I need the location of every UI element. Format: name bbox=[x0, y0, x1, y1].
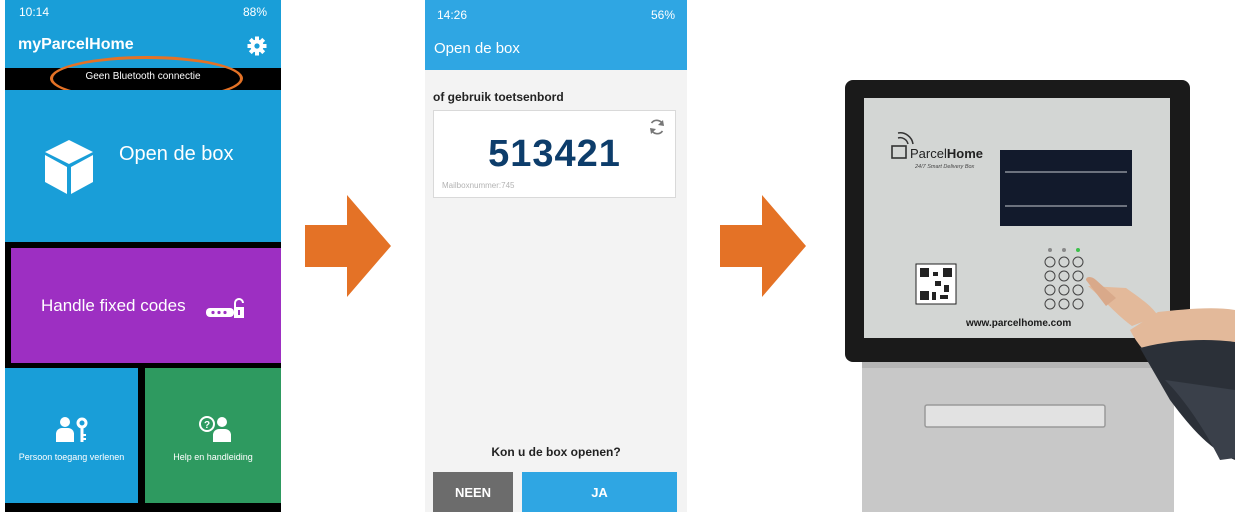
help-label: Help en handleiding bbox=[173, 452, 253, 462]
phone-screenshot-home: 10:14 88% myParcelHome Geen Bluetooth co… bbox=[5, 0, 281, 512]
code-lock-icon bbox=[206, 298, 244, 318]
brand-tagline: 24/7 Smart Delivery Box bbox=[914, 164, 975, 170]
open-box-tile[interactable]: Open de box bbox=[5, 90, 281, 242]
code-card: 513421 Mailboxnummer:745 bbox=[433, 110, 676, 198]
keyboard-hint: of gebruik toetsenbord bbox=[433, 90, 564, 104]
brand-suffix: Home bbox=[947, 146, 983, 161]
person-key-icon bbox=[56, 417, 88, 442]
arrow-right-icon bbox=[720, 195, 806, 297]
status-battery: 56% bbox=[650, 8, 675, 22]
app-title: myParcelHome bbox=[18, 36, 134, 53]
status-bar: 10:14 88% bbox=[5, 0, 281, 24]
screen-title: Open de box bbox=[434, 40, 520, 57]
brand-prefix: Parcel bbox=[910, 146, 947, 161]
status-bar: 14:26 56% bbox=[425, 0, 687, 30]
gear-icon[interactable] bbox=[247, 36, 267, 56]
parcel-box-photo: ParcelHome 24/7 Smart Delivery Box www.p… bbox=[845, 80, 1235, 512]
grant-access-label: Persoon toegang verlenen bbox=[18, 452, 125, 462]
status-time: 10:14 bbox=[19, 5, 50, 19]
cube-icon bbox=[45, 140, 93, 194]
open-box-label: Open de box bbox=[119, 143, 234, 165]
grant-access-tile[interactable]: Persoon toegang verlenen bbox=[5, 368, 138, 503]
status-time: 14:26 bbox=[437, 8, 468, 22]
no-button[interactable]: NEEN bbox=[433, 472, 513, 512]
svg-text:ParcelHome: ParcelHome bbox=[910, 146, 983, 161]
fixed-codes-tile[interactable]: Handle fixed codes bbox=[11, 248, 281, 363]
access-code: 513421 bbox=[488, 133, 621, 175]
website-text: www.parcelhome.com bbox=[965, 318, 1071, 329]
arrow-right-icon bbox=[305, 195, 391, 297]
help-tile[interactable]: ? Help en handleiding bbox=[145, 368, 281, 503]
app-bar: Open de box bbox=[425, 30, 687, 70]
help-person-icon: ? bbox=[199, 416, 231, 442]
phone-screenshot-open-box: 14:26 56% Open de box of gebruik toetsen… bbox=[425, 0, 687, 512]
status-battery: 88% bbox=[242, 5, 267, 19]
fixed-codes-label: Handle fixed codes bbox=[41, 296, 186, 315]
open-question: Kon u de box openen? bbox=[491, 445, 621, 459]
mailbox-number: Mailboxnummer:745 bbox=[442, 181, 515, 190]
yes-button[interactable]: JA bbox=[522, 472, 677, 512]
svg-text:?: ? bbox=[204, 420, 210, 431]
